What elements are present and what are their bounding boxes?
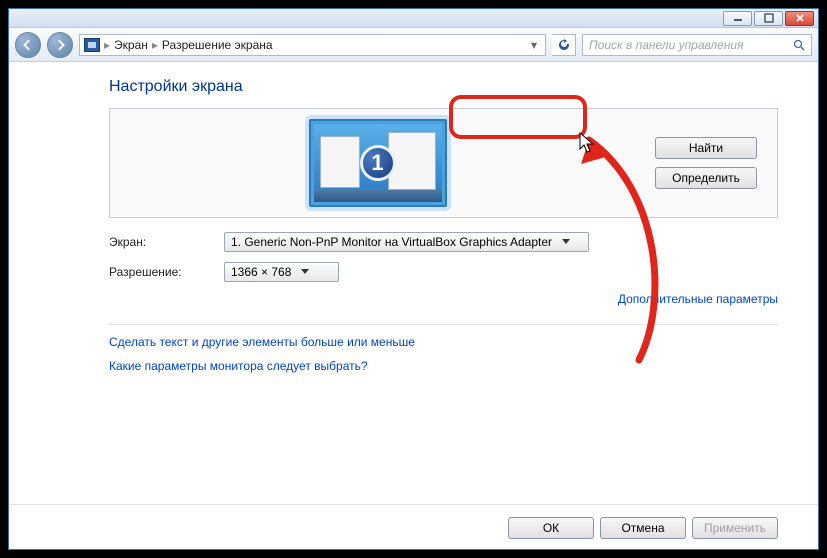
forward-button[interactable] (47, 32, 73, 58)
identify-button[interactable]: Определить (655, 167, 757, 189)
resolution-label: Разрешение: (109, 265, 224, 279)
monitor-number-badge: 1 (360, 145, 396, 181)
settings-form: Экран: 1. Generic Non-PnP Monitor на Vir… (109, 232, 778, 282)
resolution-dropdown[interactable]: 1366 × 768 (224, 262, 339, 282)
chevron-right-icon: ▸ (102, 38, 112, 52)
window: ▸ Экран ▸ Разрешение экрана ▾ Поиск в па… (8, 8, 819, 550)
text-size-link[interactable]: Сделать текст и другие элементы больше и… (109, 335, 778, 349)
chevron-down-icon[interactable]: ▾ (527, 38, 541, 52)
find-button[interactable]: Найти (655, 137, 757, 159)
title-bar (9, 9, 818, 28)
dialog-buttons: ОК Отмена Применить (9, 504, 818, 549)
content-area: Настройки экрана 1 Найти Определить (9, 62, 818, 504)
monitor-preview-zone: 1 (130, 119, 625, 207)
ok-button[interactable]: ОК (508, 517, 594, 539)
display-value: 1. Generic Non-PnP Monitor на VirtualBox… (231, 235, 552, 249)
chevron-down-icon (560, 236, 572, 248)
search-placeholder: Поиск в панели управления (589, 38, 744, 52)
monitor-preview-panel: 1 Найти Определить (109, 108, 778, 218)
resolution-value: 1366 × 768 (231, 265, 291, 279)
chevron-down-icon (299, 266, 311, 278)
maximize-button[interactable] (754, 11, 783, 26)
display-dropdown[interactable]: 1. Generic Non-PnP Monitor на VirtualBox… (224, 232, 589, 252)
breadcrumb[interactable]: ▸ Экран ▸ Разрешение экрана ▾ (79, 34, 546, 56)
page-title: Настройки экрана (109, 78, 778, 96)
cancel-button[interactable]: Отмена (600, 517, 686, 539)
back-button[interactable] (15, 32, 41, 58)
close-button[interactable] (785, 11, 814, 26)
monitor-help-link[interactable]: Какие параметры монитора следует выбрать… (109, 359, 778, 373)
advanced-settings-link[interactable]: Дополнительные параметры (618, 292, 778, 306)
breadcrumb-item[interactable]: Разрешение экрана (162, 38, 273, 52)
display-label: Экран: (109, 235, 224, 249)
monitor-thumbnail-1[interactable]: 1 (309, 119, 447, 207)
minimize-button[interactable] (723, 11, 752, 26)
breadcrumb-item[interactable]: Экран (114, 38, 148, 52)
chevron-right-icon: ▸ (150, 38, 160, 52)
nav-bar: ▸ Экран ▸ Разрешение экрана ▾ Поиск в па… (9, 28, 818, 62)
apply-button: Применить (692, 517, 778, 539)
refresh-button[interactable] (552, 34, 576, 56)
search-icon (793, 39, 805, 51)
search-input[interactable]: Поиск в панели управления (582, 34, 812, 56)
monitor-icon (84, 38, 100, 52)
